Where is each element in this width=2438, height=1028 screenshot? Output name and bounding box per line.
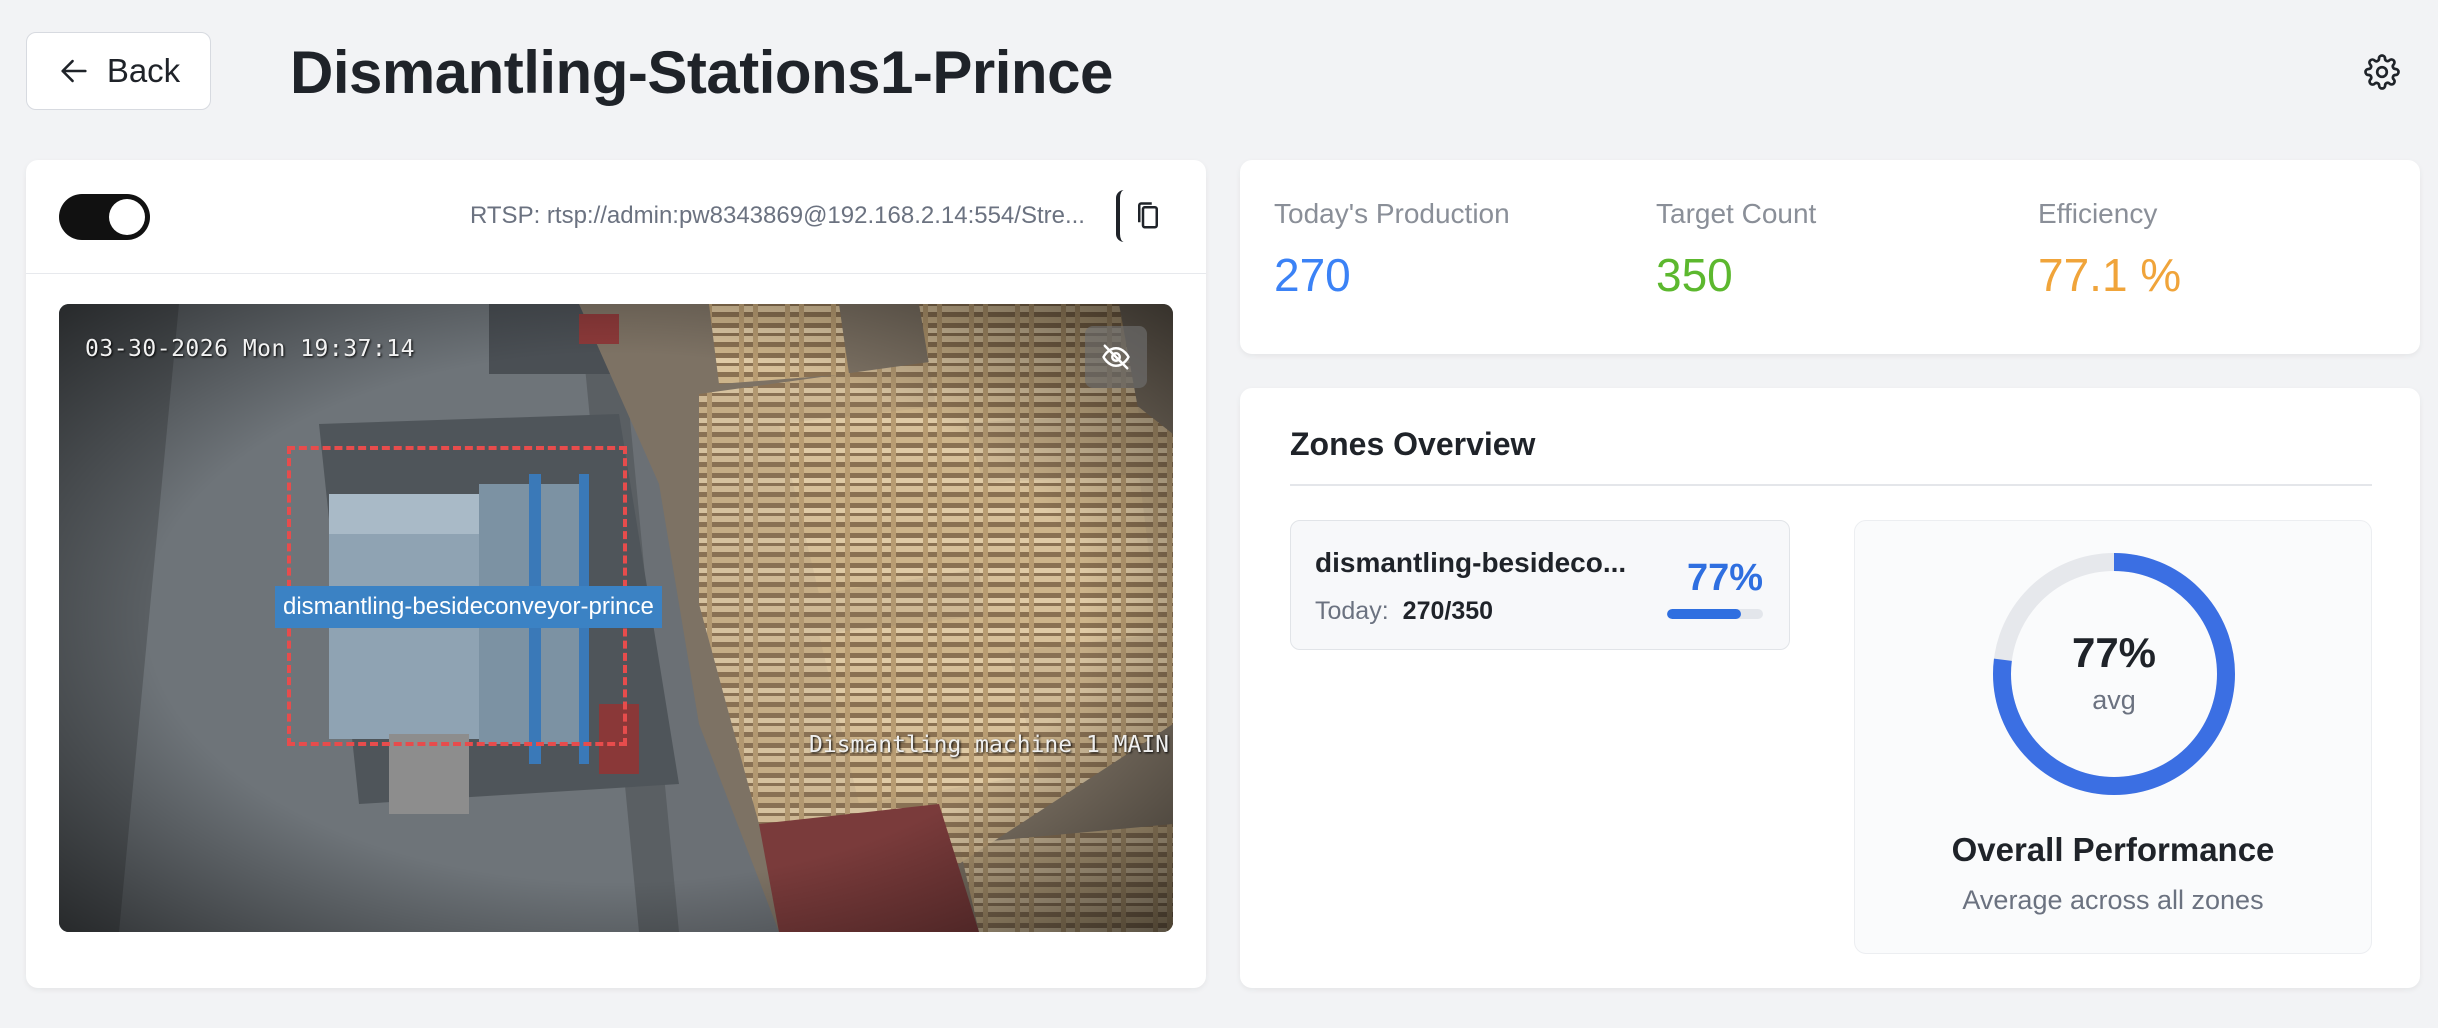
copy-icon [1138, 202, 1158, 229]
camera-header: RTSP: rtsp://admin:pw8343869@192.168.2.1… [26, 160, 1206, 274]
zone-item-today-value: 270/350 [1402, 597, 1494, 625]
stat-production: Today's Production 270 [1274, 198, 1510, 302]
page-title: Dismantling-Stations1-Prince [290, 39, 1113, 106]
hide-overlay-button[interactable] [1085, 326, 1147, 388]
overall-performance-title: Overall Performance [1951, 831, 2275, 868]
stat-efficiency-value: 77.1 % [2038, 249, 2182, 301]
zones-overview-card: Zones Overview dismantling-besideco... T… [1240, 388, 2420, 988]
overall-performance-subtitle: Average across all zones [1962, 885, 2264, 915]
toggle-knob [109, 199, 145, 235]
zone-item-today: Today: 270/350 [1315, 597, 1493, 626]
eye-off-icon [1102, 344, 1130, 370]
zone-item-today-label: Today: [1315, 597, 1389, 625]
back-button[interactable]: Back [26, 32, 211, 110]
camera-card: RTSP: rtsp://admin:pw8343869@192.168.2.1… [26, 160, 1206, 988]
stat-production-value: 270 [1274, 249, 1351, 301]
copy-button[interactable] [1116, 190, 1176, 242]
zone-label: dismantling-besideconveyor-prince [275, 586, 662, 628]
zone-item-progress-fill [1667, 609, 1741, 619]
stat-target-label: Target Count [1656, 198, 1817, 229]
back-button-label: Back [106, 52, 181, 89]
gear-icon[interactable] [2364, 54, 2400, 90]
zone-item-progress-bar [1667, 609, 1763, 619]
stats-card: Today's Production 270 Target Count 350 … [1240, 160, 2420, 354]
stream-toggle[interactable] [59, 194, 150, 240]
arrow-left-icon [61, 59, 87, 83]
rtsp-url: RTSP: rtsp://admin:pw8343869@192.168.2.1… [470, 202, 1085, 229]
stat-target-value: 350 [1656, 249, 1733, 301]
zones-title: Zones Overview [1290, 426, 1536, 462]
stat-efficiency-label: Efficiency [2038, 198, 2158, 229]
zone-item-name: dismantling-besideco... [1315, 547, 1627, 578]
overall-percent: 77% [2071, 629, 2157, 676]
camera-osd-label: Dismantling machine 1 MAIN [809, 732, 1170, 758]
stat-production-label: Today's Production [1274, 198, 1510, 229]
overall-sub: avg [2092, 685, 2136, 715]
stat-efficiency: Efficiency 77.1 % [2038, 198, 2181, 302]
zone-item-percent: 77% [1686, 557, 1763, 599]
divider [1290, 484, 2372, 486]
camera-feed[interactable]: 03-30-2026 Mon 19:37:14 Dismantling mach… [59, 304, 1173, 932]
stat-target: Target Count 350 [1656, 198, 1816, 302]
zone-item[interactable]: dismantling-besideco... Today: 270/350 77… [1290, 520, 1790, 650]
overall-performance-panel: 77% avg Overall Performance Average acro… [1854, 520, 2372, 954]
camera-timestamp: 03-30-2026 Mon 19:37:14 [85, 336, 415, 362]
